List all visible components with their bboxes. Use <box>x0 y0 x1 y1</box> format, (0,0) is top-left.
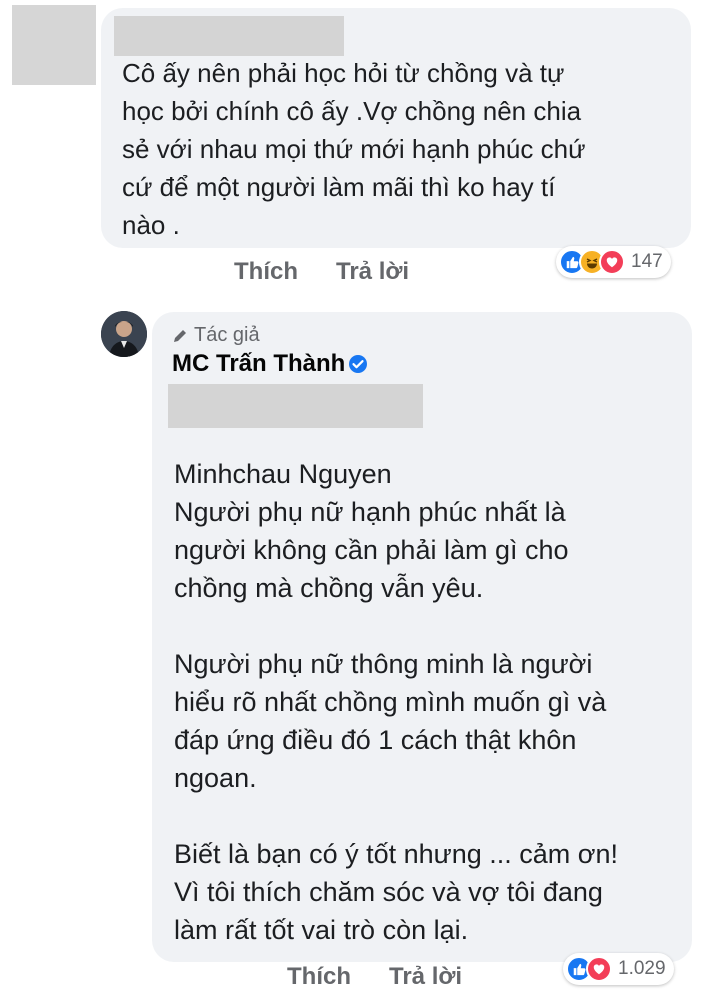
reply-line: Người phụ nữ hạnh phúc nhất là <box>174 497 566 527</box>
reply-reply-button[interactable]: Trả lời <box>389 963 462 991</box>
comment-line: sẻ với nhau mọi thứ mới hạnh phúc chứ <box>122 134 586 164</box>
author-avatar[interactable] <box>101 311 147 357</box>
reply-line: Người phụ nữ thông minh là người <box>174 649 593 679</box>
reply-line: ngoan. <box>174 763 257 793</box>
reply-text: Minhchau Nguyen Người phụ nữ hạnh phúc n… <box>174 455 674 949</box>
comment-text: Cô ấy nên phải học hỏi từ chồng và tự họ… <box>122 54 682 244</box>
author-name[interactable]: MC Trấn Thành <box>172 350 368 378</box>
comment-line: nào . <box>122 210 180 240</box>
reply-like-button[interactable]: Thích <box>287 963 351 991</box>
love-icon <box>599 249 625 275</box>
comment-line: cứ để một người làm mãi thì ko hay tí <box>122 172 556 202</box>
author-badge: Tác giả <box>172 324 260 347</box>
comment-reactions[interactable]: 147 <box>556 246 671 278</box>
author-name-text[interactable]: MC Trấn Thành <box>172 350 345 378</box>
comment-line: Cô ấy nên phải học hỏi từ chồng và tự <box>122 58 565 88</box>
comment-line: học bởi chính cô ấy .Vợ chồng nên chia <box>122 96 582 126</box>
reply-line: làm rất tốt vai trò còn lại. <box>174 915 469 945</box>
love-icon <box>586 956 612 982</box>
reply-paragraph: Người phụ nữ thông minh là người hiểu rõ… <box>174 645 674 797</box>
reply-reactions[interactable]: 1.029 <box>563 953 674 985</box>
reply-line: đáp ứng điều đó 1 cách thật khôn <box>174 725 577 755</box>
reaction-count: 147 <box>631 251 663 272</box>
reply-paragraph: Minhchau Nguyen Người phụ nữ hạnh phúc n… <box>174 455 674 607</box>
reply-paragraph: Biết là bạn có ý tốt nhưng ... cảm ơn! V… <box>174 835 674 949</box>
reply-line: Vì tôi thích chăm sóc và vợ tôi đang <box>174 877 603 907</box>
reply-line: hiểu rõ nhất chồng mình muốn gì và <box>174 687 607 717</box>
reply-line: Minhchau Nguyen <box>174 459 392 489</box>
pencil-icon <box>174 329 186 342</box>
mention-redacted <box>168 384 423 428</box>
comment-reply-button[interactable]: Trả lời <box>336 258 409 286</box>
commenter-avatar-redacted <box>12 5 96 85</box>
reaction-count: 1.029 <box>618 958 666 979</box>
reply-line: chồng mà chồng vẫn yêu. <box>174 573 484 603</box>
comment-like-button[interactable]: Thích <box>234 258 298 286</box>
reply-line: người không cần phải làm gì cho <box>174 535 569 565</box>
commenter-name-redacted <box>114 16 344 56</box>
verified-badge-icon <box>349 355 368 373</box>
reply-line: Biết là bạn có ý tốt nhưng ... cảm ơn! <box>174 839 619 869</box>
author-badge-label: Tác giả <box>194 324 260 346</box>
